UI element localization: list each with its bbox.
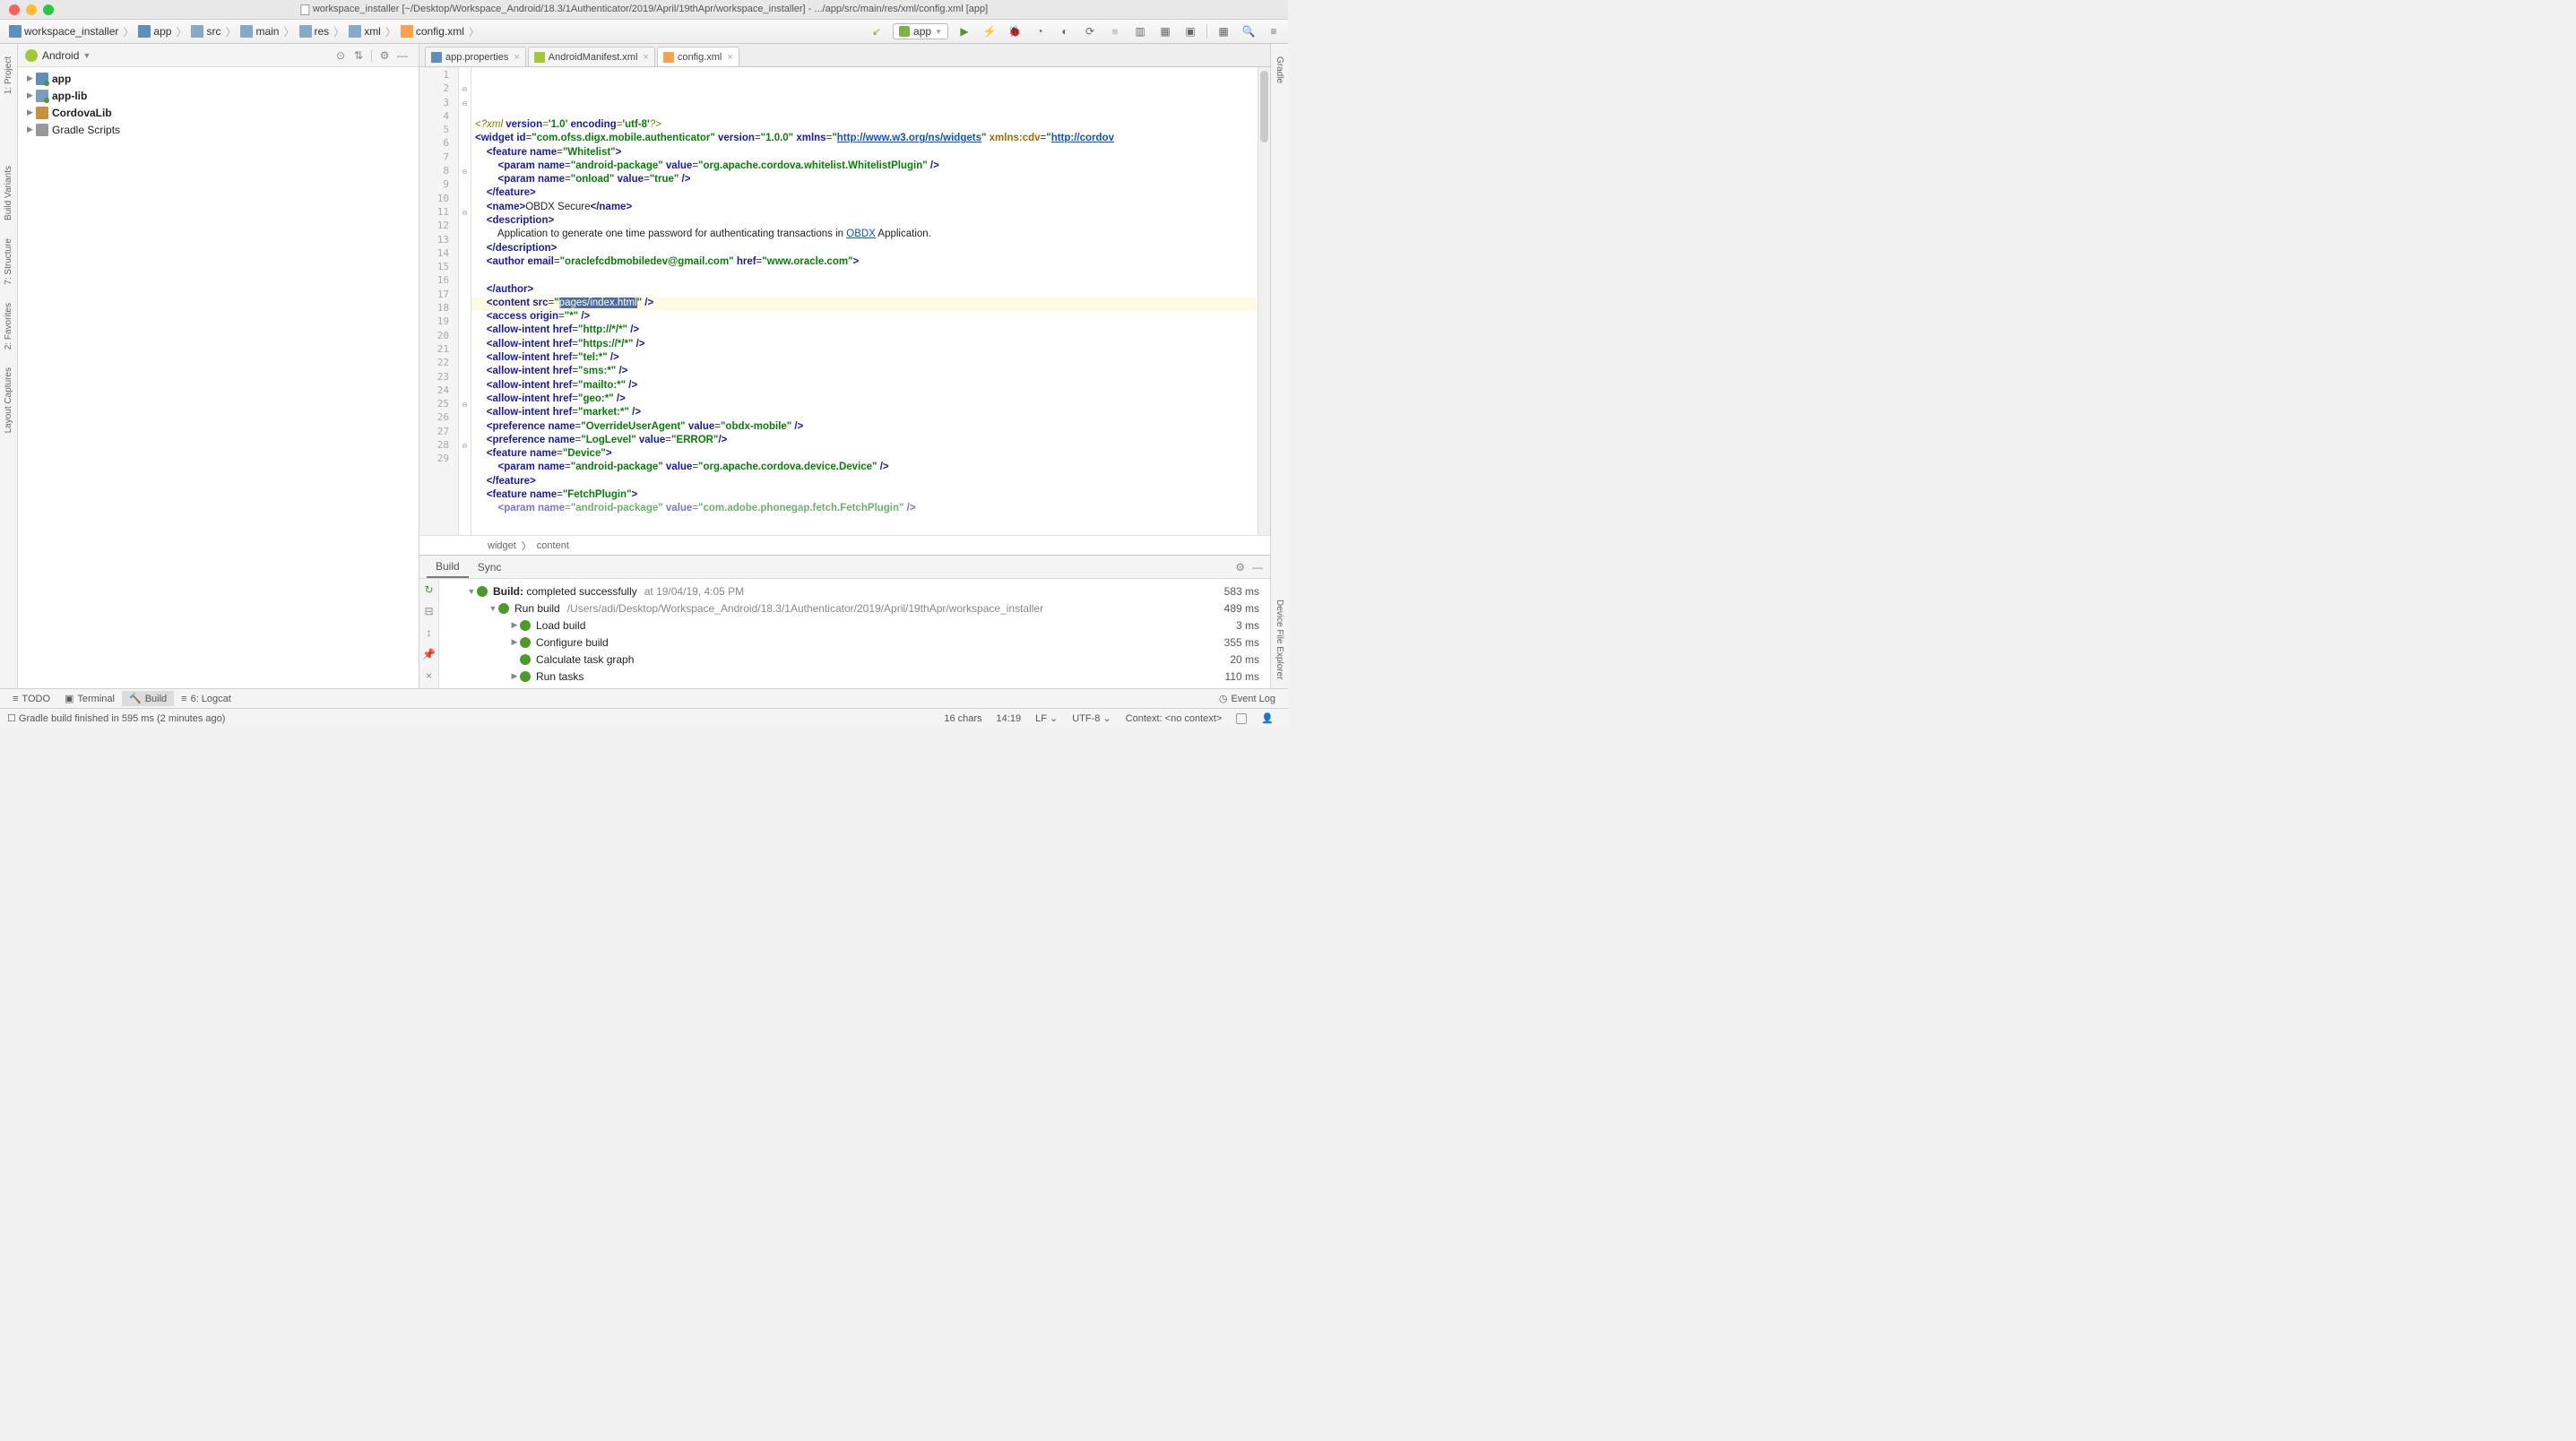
breadcrumb-item[interactable]: xml xyxy=(345,25,385,38)
scroll-from-source-icon[interactable]: ⊙ xyxy=(332,47,350,65)
build-tool-button[interactable]: 🔨 Build xyxy=(122,691,174,706)
todo-tool-button[interactable]: ≡ TODO xyxy=(5,692,57,706)
make-project-icon[interactable]: ↙ xyxy=(868,22,886,40)
line-ending[interactable]: LF ⌄ xyxy=(1035,712,1058,724)
tab-app-properties[interactable]: app.properties× xyxy=(425,47,526,66)
tree-node-app-lib[interactable]: ▶app-lib xyxy=(18,87,419,104)
fold-strip[interactable]: ⊖⊖⊖⊖⊖⊖ xyxy=(459,67,471,535)
favorites-tool-button[interactable]: 2: Favorites xyxy=(4,303,13,349)
cursor-position[interactable]: 14:19 xyxy=(997,713,1022,724)
breadcrumb-item[interactable]: workspace_installer xyxy=(5,25,122,38)
context-selector[interactable]: Context: <no context> xyxy=(1126,713,1223,724)
tab-config-xml[interactable]: config.xml× xyxy=(657,47,739,66)
build-panel: Build Sync ⚙ — ↻ ⊟ ↕ 📌 × ▼Build: co xyxy=(419,555,1270,688)
tree-node-app[interactable]: ▶app xyxy=(18,70,419,87)
rerun-icon[interactable]: ↻ xyxy=(422,582,437,597)
device-manager-icon[interactable]: ▣ xyxy=(1181,22,1199,40)
editor: app.properties× AndroidManifest.xml× con… xyxy=(419,44,1270,688)
hector-icon[interactable]: 👤 xyxy=(1261,712,1274,724)
build-tab[interactable]: Build xyxy=(427,557,469,578)
file-icon xyxy=(300,4,309,15)
sync-gradle-icon[interactable]: ⟳ xyxy=(1081,22,1099,40)
logcat-tool-button[interactable]: ≡ 6: Logcat xyxy=(174,692,238,706)
attach-debugger-icon[interactable]: ◐ xyxy=(1056,22,1074,40)
close-tab-icon[interactable]: × xyxy=(514,52,519,63)
android-icon xyxy=(899,26,910,37)
run-configuration-select[interactable]: app ▼ xyxy=(893,23,948,39)
sync-tab[interactable]: Sync xyxy=(469,557,511,577)
project-structure-icon[interactable]: ▦ xyxy=(1215,22,1232,40)
editor-breadcrumb[interactable]: widget〉content xyxy=(419,535,1270,555)
breadcrumb-item[interactable]: src xyxy=(187,25,224,38)
apply-changes-icon[interactable]: ⚡ xyxy=(981,22,998,40)
event-log-tool-button[interactable]: ◷ Event Log xyxy=(1212,691,1283,706)
navbar: workspace_installer〉 app〉 src〉 main〉 res… xyxy=(0,20,1288,44)
run-button[interactable]: ▶ xyxy=(955,22,973,40)
close-tab-icon[interactable]: × xyxy=(643,52,648,63)
file-encoding[interactable]: UTF-8 ⌄ xyxy=(1072,712,1111,724)
right-tool-stripe: Gradle Device File Explorer xyxy=(1270,44,1288,688)
bottom-tool-tabs: ≡ TODO ▣ Terminal 🔨 Build ≡ 6: Logcat ◷ … xyxy=(0,688,1288,708)
device-file-explorer-button[interactable]: Device File Explorer xyxy=(1275,600,1284,679)
status-bar: ☐ Gradle build finished in 595 ms (2 min… xyxy=(0,708,1288,728)
code-editor[interactable]: ! <?xml version='1.0' encoding='utf-8'?>… xyxy=(471,67,1270,535)
left-tool-stripe: 1: Project Build Variants 7: Structure 2… xyxy=(0,44,18,688)
readonly-toggle-icon[interactable] xyxy=(1236,713,1247,724)
breadcrumb: workspace_installer〉 app〉 src〉 main〉 res… xyxy=(5,24,868,39)
layout-captures-tool-button[interactable]: Layout Captures xyxy=(4,367,13,433)
tree-node-cordovalib[interactable]: ▶CordovaLib xyxy=(18,104,419,121)
hide-panel-icon[interactable]: — xyxy=(393,47,411,65)
collapse-all-icon[interactable]: ⇅ xyxy=(350,47,367,65)
hide-panel-icon[interactable]: — xyxy=(1252,561,1263,574)
filter-icon[interactable]: ⊟ xyxy=(422,604,437,618)
selection-info: 16 chars xyxy=(944,713,981,724)
window-title: workspace_installer [~/Desktop/Workspace… xyxy=(313,4,988,14)
breadcrumb-item[interactable]: main xyxy=(237,25,282,38)
project-view-selector[interactable]: Android xyxy=(42,49,79,62)
minimize-window[interactable] xyxy=(26,4,37,15)
line-gutter[interactable]: 1234567891011121314151617181920212223242… xyxy=(419,67,459,535)
structure-tool-button[interactable]: 7: Structure xyxy=(4,238,13,285)
debug-button[interactable]: 🐞 xyxy=(1006,22,1024,40)
breadcrumb-item[interactable]: app xyxy=(134,25,175,38)
terminal-tool-button[interactable]: ▣ Terminal xyxy=(57,691,122,706)
gradle-tool-button[interactable]: Gradle xyxy=(1275,56,1284,83)
sdk-manager-icon[interactable]: ▦ xyxy=(1156,22,1174,40)
avd-manager-icon[interactable]: ▥ xyxy=(1131,22,1149,40)
tree-node-gradle-scripts[interactable]: ▶Gradle Scripts xyxy=(18,121,419,138)
android-icon xyxy=(25,49,38,62)
vertical-scrollbar[interactable] xyxy=(1258,67,1270,535)
status-message: ☐ Gradle build finished in 595 ms (2 min… xyxy=(7,712,225,724)
settings-gear-icon[interactable]: ⚙ xyxy=(376,47,393,65)
panel-settings-icon[interactable]: ⚙ xyxy=(1235,561,1245,574)
close-icon[interactable]: × xyxy=(422,669,437,683)
search-everywhere-icon[interactable]: 🔍 xyxy=(1240,22,1258,40)
profiler-icon[interactable]: ◔ xyxy=(1031,22,1049,40)
close-tab-icon[interactable]: × xyxy=(727,52,732,63)
build-output-tree[interactable]: ▼Build: completed successfullyat 19/04/1… xyxy=(439,579,1270,688)
build-variants-tool-button[interactable]: Build Variants xyxy=(4,166,13,220)
zoom-window[interactable] xyxy=(43,4,54,15)
close-window[interactable] xyxy=(9,4,20,15)
project-tool-button[interactable]: 1: Project xyxy=(4,56,13,94)
expand-icon[interactable]: ↕ xyxy=(422,626,437,640)
tab-android-manifest[interactable]: AndroidManifest.xml× xyxy=(528,47,655,66)
stop-button[interactable]: ■ xyxy=(1106,22,1124,40)
breadcrumb-item[interactable]: config.xml xyxy=(397,25,468,38)
project-panel: Android ▼ ⊙ ⇅ ⚙ — ▶app ▶app-lib ▶Cordova… xyxy=(18,44,419,688)
titlebar: workspace_installer [~/Desktop/Workspace… xyxy=(0,0,1288,20)
settings-icon[interactable]: ≡ xyxy=(1265,22,1283,40)
pin-icon[interactable]: 📌 xyxy=(422,647,437,661)
editor-tabs: app.properties× AndroidManifest.xml× con… xyxy=(419,44,1270,67)
project-tree[interactable]: ▶app ▶app-lib ▶CordovaLib ▶Gradle Script… xyxy=(18,67,419,688)
breadcrumb-item[interactable]: res xyxy=(296,25,333,38)
